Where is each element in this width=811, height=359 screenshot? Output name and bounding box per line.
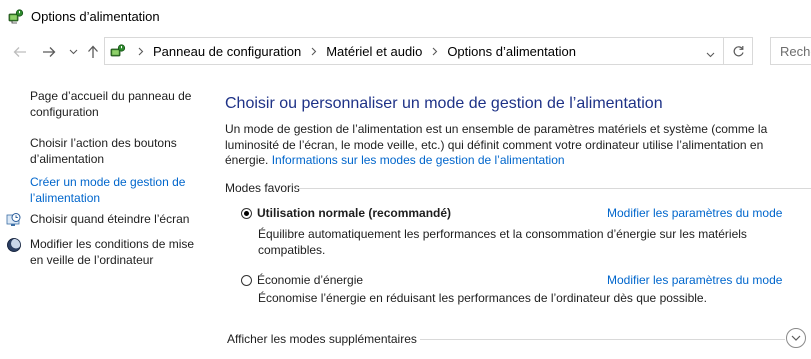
chevron-right-icon[interactable] (138, 47, 144, 56)
plan-radio-balanced[interactable] (241, 208, 252, 219)
up-button[interactable] (84, 43, 102, 61)
sidebar-item-label: Modifier les conditions de mise en veill… (30, 237, 195, 267)
breadcrumb-item-hardware-audio[interactable]: Matériel et audio (326, 44, 422, 59)
navigation-bar: Panneau de configuration Matériel et aud… (0, 33, 811, 71)
additional-plans-divider (420, 339, 785, 340)
refresh-icon (733, 45, 744, 56)
address-dropdown-icon[interactable] (706, 47, 715, 61)
plan-name-power-saver[interactable]: Économie d’énergie (257, 273, 363, 287)
chevron-right-icon[interactable] (432, 47, 438, 56)
expand-additional-plans-button[interactable] (786, 328, 806, 348)
window-title: Options d’alimentation (31, 9, 160, 24)
recent-locations-button[interactable] (64, 43, 82, 61)
plan-radio-power-saver[interactable] (241, 275, 252, 286)
search-input[interactable] (771, 38, 811, 64)
breadcrumb-item-power-options[interactable]: Options d’alimentation (447, 44, 576, 59)
page-title: Choisir ou personnaliser un mode de gest… (225, 95, 663, 112)
chevron-down-icon (791, 335, 801, 341)
intro-paragraph: Un mode de gestion de l’alimentation est… (225, 122, 785, 169)
refresh-button[interactable] (724, 37, 753, 65)
sidebar-item-display-off[interactable]: Choisir quand éteindre l’écran (6, 212, 205, 228)
title-bar: Options d’alimentation (0, 0, 811, 33)
favorites-divider (296, 188, 811, 189)
plan-description-power-saver: Économise l’énergie en réduisant les per… (258, 291, 707, 305)
back-button[interactable] (11, 43, 29, 61)
plan-description-balanced: Équilibre automatiquement les performanc… (258, 227, 747, 257)
monitor-clock-icon (6, 212, 22, 233)
sidebar-home-link[interactable]: Page d’accueil du panneau de configurati… (30, 89, 205, 120)
breadcrumb: Panneau de configuration Matériel et aud… (138, 44, 576, 59)
forward-button[interactable] (40, 43, 58, 61)
search-box (770, 37, 811, 65)
plan-name-balanced[interactable]: Utilisation normale (recommandé) (257, 206, 451, 220)
breadcrumb-item-control-panel[interactable]: Panneau de configuration (153, 44, 301, 59)
chevron-right-icon[interactable] (311, 47, 317, 56)
address-bar[interactable]: Panneau de configuration Matériel et aud… (104, 37, 724, 65)
control-panel-icon (110, 43, 126, 62)
power-options-icon (8, 8, 24, 27)
sidebar-item-sleep[interactable]: Modifier les conditions de mise en veill… (7, 237, 205, 268)
sidebar-item-power-buttons[interactable]: Choisir l’action des boutons d’alimentat… (30, 136, 205, 167)
modify-plan-link-power-saver[interactable]: Modifier les paramètres du mode (607, 273, 782, 287)
info-link[interactable]: Informations sur les modes de gestion de… (272, 153, 565, 167)
moon-icon (6, 237, 22, 258)
sidebar-item-create-plan[interactable]: Créer un mode de gestion de l’alimentati… (30, 175, 205, 206)
favorites-header: Modes favoris (225, 181, 300, 195)
modify-plan-link-balanced[interactable]: Modifier les paramètres du mode (607, 206, 782, 220)
show-additional-plans-label[interactable]: Afficher les modes supplémentaires (227, 332, 417, 346)
sidebar-item-label: Choisir quand éteindre l’écran (30, 212, 190, 226)
